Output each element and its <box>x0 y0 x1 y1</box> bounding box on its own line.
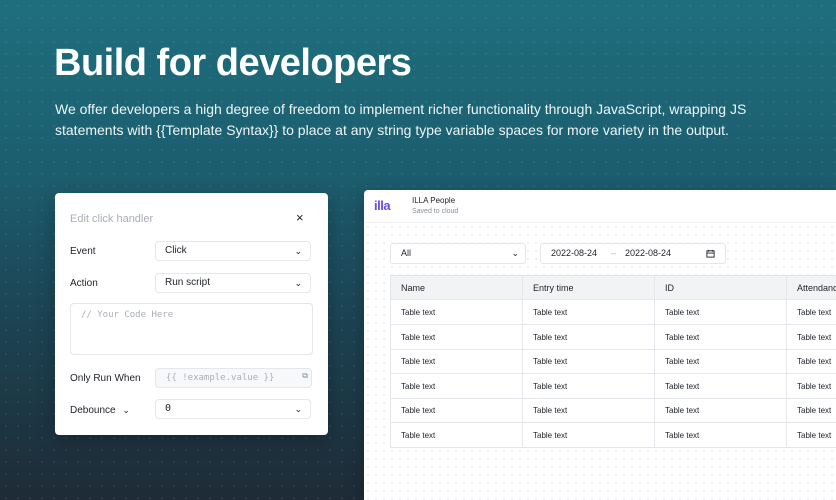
table-cell[interactable]: Table text <box>523 349 655 374</box>
table-cell[interactable]: Table text <box>391 422 523 448</box>
table-cell[interactable]: Table text <box>391 300 523 325</box>
script-code-editor[interactable]: // Your Code Here <box>70 303 313 355</box>
column-header[interactable]: Attendance <box>787 276 836 300</box>
table-cell[interactable]: Table text <box>655 300 787 325</box>
calendar-icon[interactable] <box>706 244 715 263</box>
table-cell[interactable]: Table text <box>523 398 655 423</box>
chevron-down-icon: ⌄ <box>294 246 302 256</box>
debounce-label[interactable]: Debounce ⌄ <box>70 405 130 416</box>
table-cell[interactable]: Table text <box>523 324 655 350</box>
action-select-value: Run script <box>165 277 211 288</box>
table-cell[interactable]: Table text <box>787 325 836 350</box>
date-range-picker[interactable]: 2022-08-24 – 2022-08-24 <box>540 243 726 264</box>
app-name: ILLA People <box>412 196 456 205</box>
date-separator: – <box>611 248 617 258</box>
table-cell[interactable]: Table text <box>655 349 787 374</box>
edit-click-handler-panel: Edit click handler × Event Click ⌄ Actio… <box>55 193 328 435</box>
illa-app-window: illa ILLA People Saved to cloud All ⌄ 20… <box>364 190 836 500</box>
filter-select-value: All <box>401 248 412 258</box>
filter-select[interactable]: All ⌄ <box>390 243 526 264</box>
table-cell[interactable]: Table text <box>391 324 523 350</box>
action-label: Action <box>70 278 98 289</box>
table-cell[interactable]: Table text <box>391 373 523 399</box>
panel-title: Edit click handler <box>70 213 154 225</box>
table-cell[interactable]: Table text <box>655 398 787 423</box>
chevron-down-icon: ⌄ <box>294 404 302 414</box>
data-table: NameEntry timeIDAttendanceTable textTabl… <box>390 275 836 448</box>
table-cell[interactable]: Table text <box>787 398 836 423</box>
column-header[interactable]: Entry time <box>523 276 655 300</box>
chevron-down-icon: ⌄ <box>122 405 130 415</box>
hero-description: We offer developers a high degree of fre… <box>55 101 747 138</box>
table-cell[interactable]: Table text <box>787 300 836 325</box>
table-cell[interactable]: Table text <box>391 398 523 423</box>
table-cell[interactable]: Table text <box>655 373 787 399</box>
event-select-value: Click <box>165 245 187 256</box>
close-icon[interactable]: × <box>296 210 304 225</box>
save-status: Saved to cloud <box>412 208 459 215</box>
table-cell[interactable]: Table text <box>655 324 787 350</box>
column-header[interactable]: Name <box>391 276 523 300</box>
only-run-when-label: Only Run When <box>70 373 141 384</box>
app-header: illa ILLA People Saved to cloud <box>364 190 836 223</box>
only-run-when-input[interactable]: {{ !example.value }} ⧉ <box>155 368 312 388</box>
debounce-select-value: 0 <box>165 403 172 414</box>
event-select[interactable]: Click ⌄ <box>155 241 311 261</box>
expand-editor-icon[interactable]: ⧉ <box>302 367 308 385</box>
table-cell[interactable]: Table text <box>787 374 836 399</box>
chevron-down-icon: ⌄ <box>294 278 302 288</box>
column-header[interactable]: ID <box>655 276 787 300</box>
event-label: Event <box>70 246 96 257</box>
action-select[interactable]: Run script ⌄ <box>155 273 311 293</box>
date-end: 2022-08-24 <box>625 248 672 258</box>
illa-logo: illa <box>374 198 391 213</box>
code-editor-placeholder: // Your Code Here <box>81 310 174 320</box>
table-cell[interactable]: Table text <box>523 300 655 325</box>
hero-headline: Build for developers <box>54 42 412 84</box>
table-cell[interactable]: Table text <box>787 349 836 374</box>
table-cell[interactable]: Table text <box>523 422 655 448</box>
table-cell[interactable]: Table text <box>655 422 787 448</box>
debounce-select[interactable]: 0 ⌄ <box>155 399 311 419</box>
date-start: 2022-08-24 <box>551 248 598 258</box>
table-cell[interactable]: Table text <box>523 373 655 399</box>
only-run-when-placeholder: {{ !example.value }} <box>166 373 275 383</box>
chevron-down-icon: ⌄ <box>511 248 519 258</box>
table-cell[interactable]: Table text <box>787 423 836 448</box>
table-cell[interactable]: Table text <box>391 349 523 374</box>
